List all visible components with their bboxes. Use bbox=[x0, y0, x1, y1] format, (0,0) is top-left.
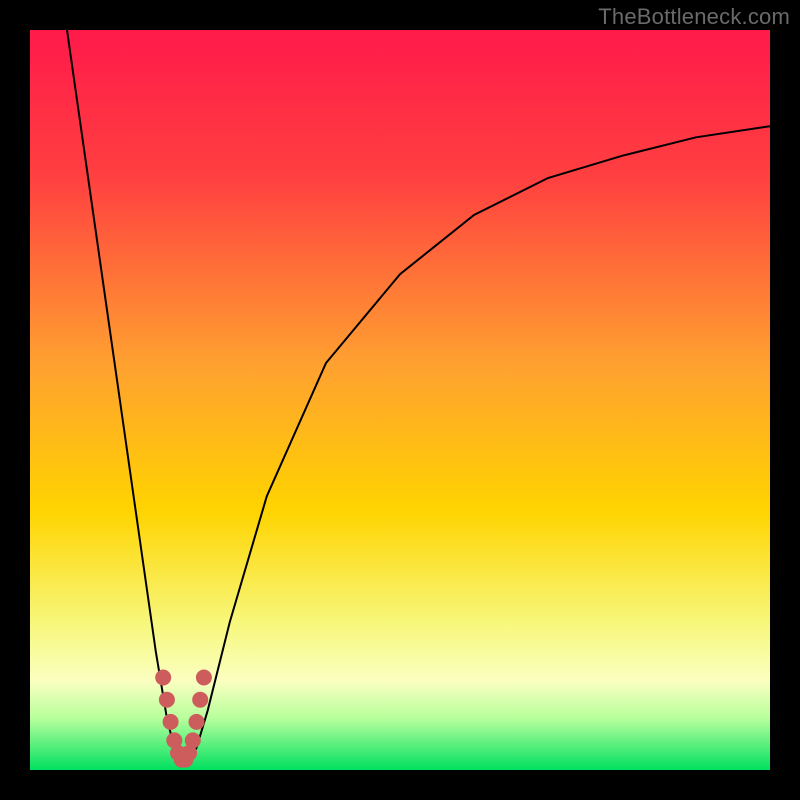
plot-area bbox=[30, 30, 770, 770]
highlight-dot bbox=[185, 732, 201, 748]
highlight-dot bbox=[155, 670, 171, 686]
highlight-dot bbox=[163, 714, 179, 730]
watermark-text: TheBottleneck.com bbox=[598, 4, 790, 30]
highlight-dot bbox=[189, 714, 205, 730]
chart-frame: TheBottleneck.com bbox=[0, 0, 800, 800]
gradient-background bbox=[30, 30, 770, 770]
highlight-dot bbox=[196, 670, 212, 686]
highlight-dot bbox=[159, 692, 175, 708]
highlight-dot bbox=[192, 692, 208, 708]
bottleneck-curve-chart bbox=[30, 30, 770, 770]
